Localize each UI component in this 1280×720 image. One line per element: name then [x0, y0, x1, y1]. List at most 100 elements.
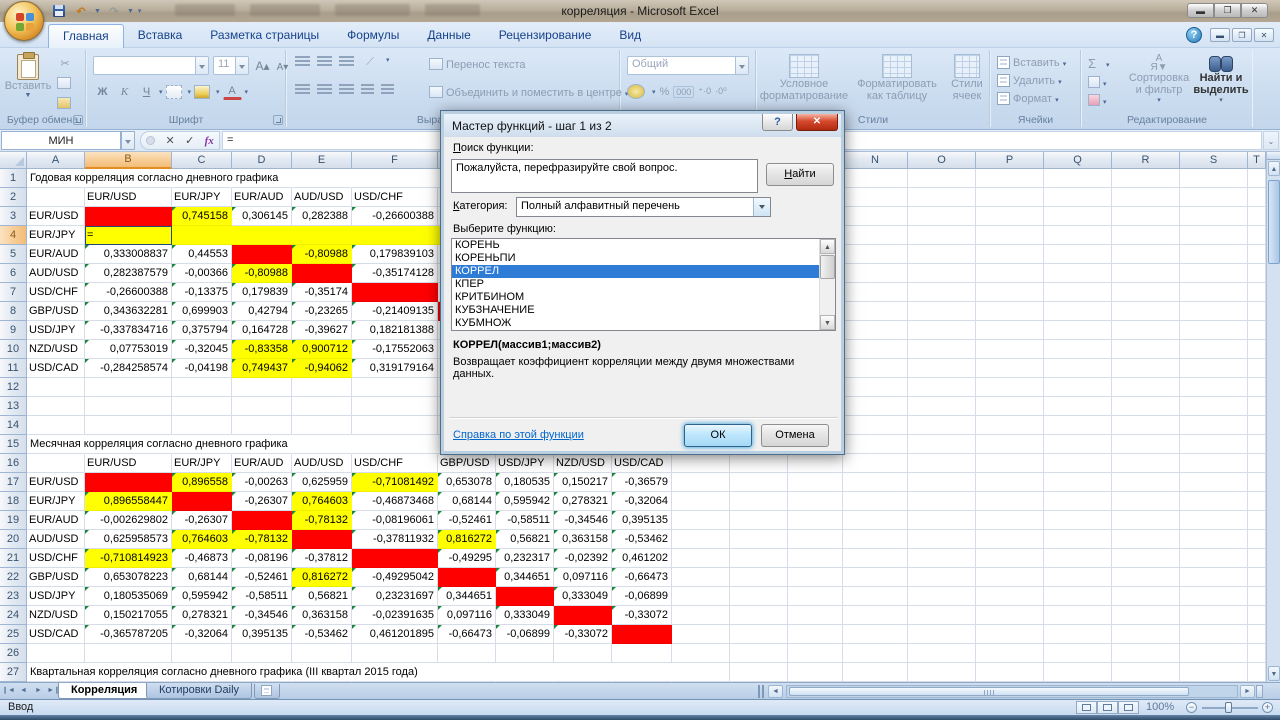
ribbon-tab-3[interactable]: Формулы: [333, 24, 413, 48]
cell-K23[interactable]: [672, 587, 730, 606]
cell-Q21[interactable]: [1044, 549, 1112, 568]
cell-N2[interactable]: [843, 188, 908, 207]
cell-N27[interactable]: [843, 663, 908, 682]
cell-D26[interactable]: [232, 644, 292, 663]
cell-I26[interactable]: [554, 644, 612, 663]
cell-P8[interactable]: [976, 302, 1044, 321]
cell-G23[interactable]: 0,344651: [438, 587, 496, 606]
cell-P22[interactable]: [976, 568, 1044, 587]
workbook-restore-button[interactable]: ❐: [1232, 28, 1252, 42]
row-header-12[interactable]: 12: [0, 378, 27, 397]
cell-T19[interactable]: [1248, 511, 1266, 530]
cell-S16[interactable]: [1180, 454, 1248, 473]
cell-A14[interactable]: [27, 416, 85, 435]
cell-P15[interactable]: [976, 435, 1044, 454]
next-sheet-icon[interactable]: ►: [32, 684, 45, 698]
cell-Q17[interactable]: [1044, 473, 1112, 492]
copy-button[interactable]: [54, 74, 76, 92]
cell-Q2[interactable]: [1044, 188, 1112, 207]
cell-F15[interactable]: [352, 435, 438, 454]
dialog-help-button[interactable]: ?: [762, 114, 793, 131]
prev-sheet-icon[interactable]: ◄: [17, 684, 30, 698]
cell-I25[interactable]: -0,33072: [554, 625, 612, 644]
cell-E6[interactable]: [292, 264, 352, 283]
cell-E15[interactable]: [292, 435, 352, 454]
cell-C23[interactable]: 0,595942: [172, 587, 232, 606]
font-size-combo[interactable]: 11: [213, 56, 249, 75]
dialog-close-button[interactable]: ✕: [796, 114, 838, 131]
cell-P27[interactable]: [976, 663, 1044, 682]
cell-C11[interactable]: -0,04198: [172, 359, 232, 378]
cell-R11[interactable]: [1112, 359, 1180, 378]
cell-S23[interactable]: [1180, 587, 1248, 606]
cell-Q18[interactable]: [1044, 492, 1112, 511]
column-header-A[interactable]: A: [27, 152, 85, 169]
cell-S22[interactable]: [1180, 568, 1248, 587]
cell-E9[interactable]: -0,39627: [292, 321, 352, 340]
underline-dropdown-icon[interactable]: ▾: [159, 88, 163, 96]
cell-T26[interactable]: [1248, 644, 1266, 663]
cell-M22[interactable]: [788, 568, 843, 587]
cell-R1[interactable]: [1112, 169, 1180, 188]
cell-B10[interactable]: 0,07753019: [85, 340, 172, 359]
cell-M21[interactable]: [788, 549, 843, 568]
cell-Q1[interactable]: [1044, 169, 1112, 188]
save-button[interactable]: [50, 3, 68, 19]
cell-L23[interactable]: [730, 587, 788, 606]
borders-dropdown-icon[interactable]: ▾: [188, 88, 192, 96]
cell-T3[interactable]: [1248, 207, 1266, 226]
cell-S7[interactable]: [1180, 283, 1248, 302]
cell-N25[interactable]: [843, 625, 908, 644]
cell-Q16[interactable]: [1044, 454, 1112, 473]
row-header-14[interactable]: 14: [0, 416, 27, 435]
cell-E10[interactable]: 0,900712: [292, 340, 352, 359]
cell-B22[interactable]: 0,653078223: [85, 568, 172, 587]
minimize-button[interactable]: ▬: [1187, 3, 1214, 18]
cell-I24[interactable]: [554, 606, 612, 625]
page-break-view-button[interactable]: [1118, 701, 1139, 714]
cell-S17[interactable]: [1180, 473, 1248, 492]
select-all-corner[interactable]: [0, 152, 27, 169]
row-header-13[interactable]: 13: [0, 397, 27, 416]
cell-A18[interactable]: EUR/JPY: [27, 492, 85, 511]
cell-P3[interactable]: [976, 207, 1044, 226]
cell-O15[interactable]: [908, 435, 976, 454]
cell-M24[interactable]: [788, 606, 843, 625]
cell-I18[interactable]: 0,278321: [554, 492, 612, 511]
cell-B2[interactable]: EUR/USD: [85, 188, 172, 207]
column-header-N[interactable]: N: [843, 152, 908, 169]
cell-N19[interactable]: [843, 511, 908, 530]
cell-D13[interactable]: [232, 397, 292, 416]
horizontal-scrollbar[interactable]: [786, 685, 1238, 698]
bold-button[interactable]: Ж: [93, 82, 112, 101]
cell-R2[interactable]: [1112, 188, 1180, 207]
name-box[interactable]: МИН: [1, 131, 121, 150]
cell-T2[interactable]: [1248, 188, 1266, 207]
cell-G19[interactable]: -0,52461: [438, 511, 496, 530]
cell-D17[interactable]: -0,00263: [232, 473, 292, 492]
cell-J23[interactable]: -0,06899: [612, 587, 672, 606]
cell-C2[interactable]: EUR/JPY: [172, 188, 232, 207]
column-header-F[interactable]: F: [352, 152, 438, 169]
cell-S27[interactable]: [1180, 663, 1248, 682]
cell-N11[interactable]: [843, 359, 908, 378]
cell-K18[interactable]: [672, 492, 730, 511]
italic-button[interactable]: К: [115, 82, 134, 101]
vertical-split-handle[interactable]: [1267, 152, 1280, 160]
cell-C9[interactable]: 0,375794: [172, 321, 232, 340]
cell-T16[interactable]: [1248, 454, 1266, 473]
cell-E25[interactable]: -0,53462: [292, 625, 352, 644]
cell-E11[interactable]: -0,94062: [292, 359, 352, 378]
cell-D3[interactable]: 0,306145: [232, 207, 292, 226]
cell-E1[interactable]: [292, 169, 352, 188]
cell-S26[interactable]: [1180, 644, 1248, 663]
cell-C14[interactable]: [172, 416, 232, 435]
cell-Q12[interactable]: [1044, 378, 1112, 397]
insert-cells-button[interactable]: Вставить ▾: [997, 56, 1066, 69]
font-size-dropdown-icon[interactable]: [235, 57, 248, 74]
cell-D7[interactable]: 0,179839: [232, 283, 292, 302]
sort-filter-button[interactable]: А Я▼ Сортировка и фильтр ▾: [1128, 54, 1190, 105]
cell-B16[interactable]: EUR/USD: [85, 454, 172, 473]
cell-S11[interactable]: [1180, 359, 1248, 378]
undo-dropdown-arrow-icon[interactable]: ▼: [94, 8, 101, 15]
